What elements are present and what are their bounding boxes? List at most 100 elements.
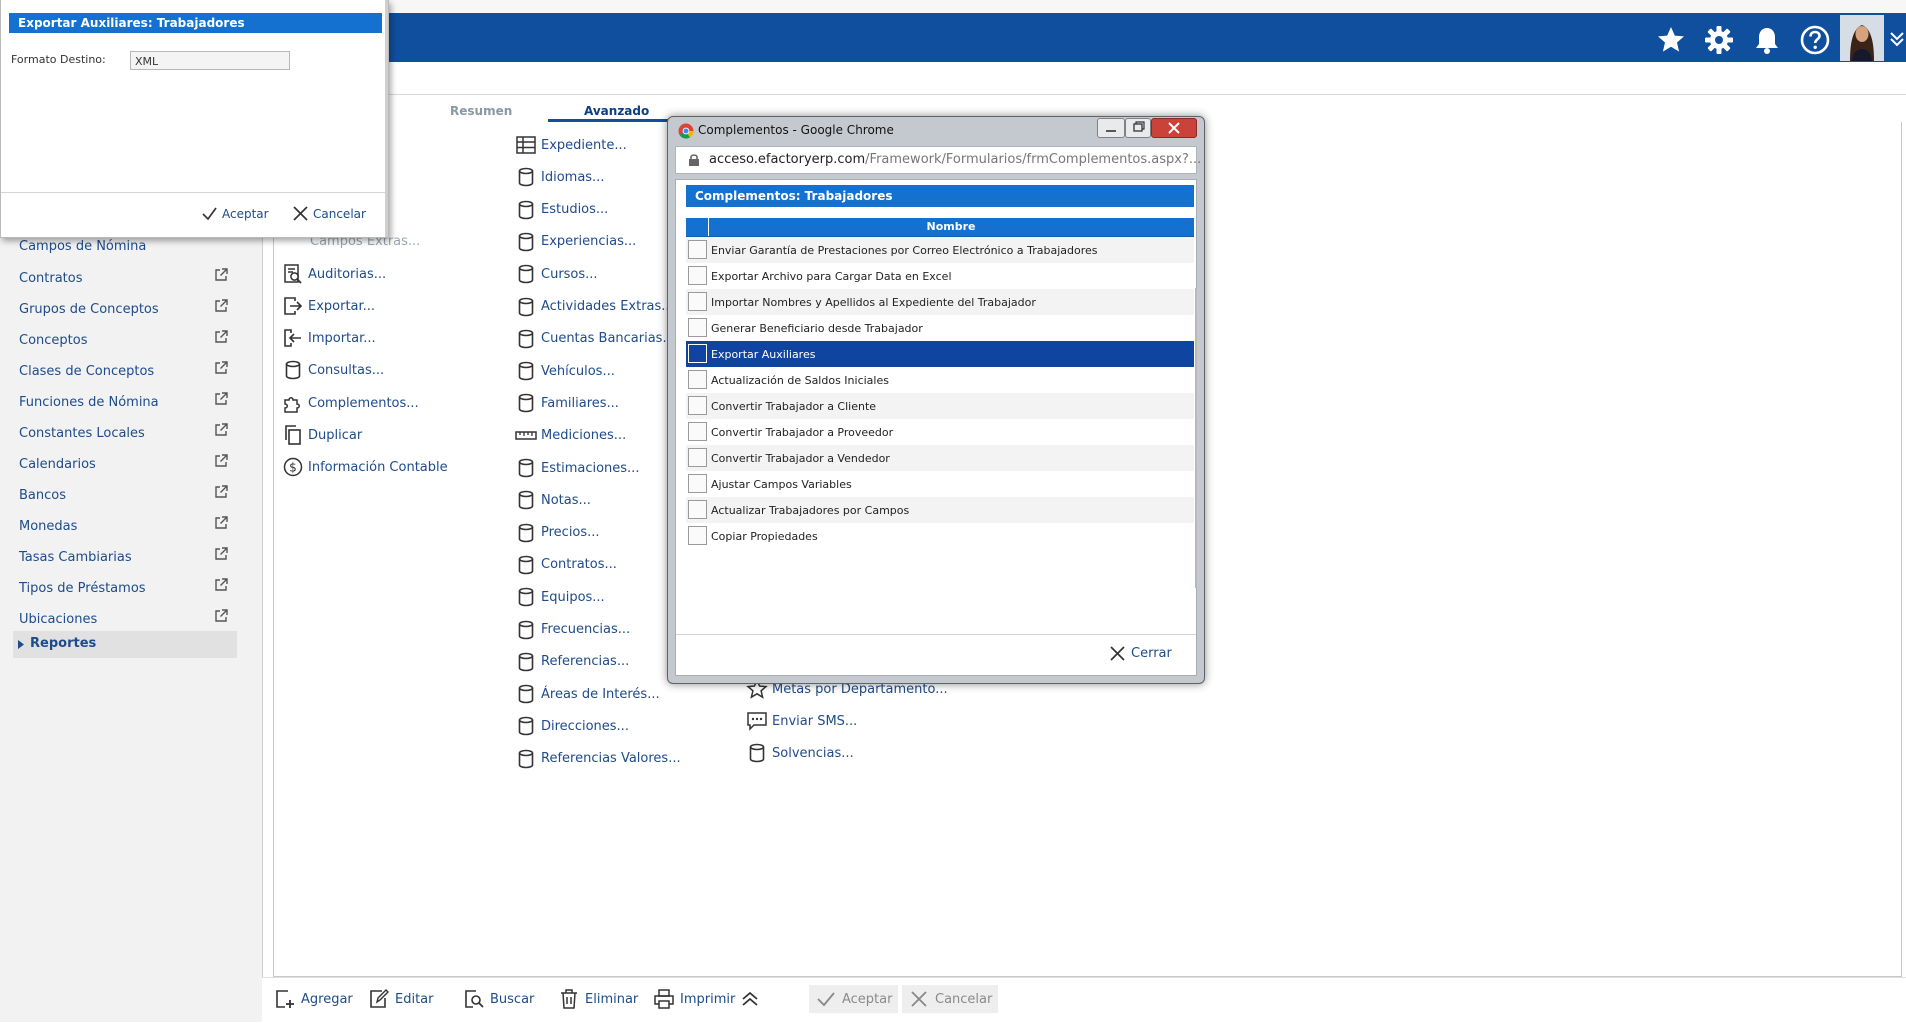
menu-exportar[interactable]: Exportar... [282, 293, 375, 319]
complemento-row[interactable]: Generar Beneficiario desde Trabajador [686, 315, 1194, 341]
row-checkbox[interactable] [688, 474, 707, 493]
complemento-row[interactable]: Convertir Trabajador a Cliente [686, 393, 1194, 419]
menu-col2-item[interactable]: Direcciones... [515, 713, 629, 739]
external-link-icon[interactable] [214, 608, 229, 623]
print-button[interactable]: Imprimir [653, 985, 735, 1013]
menu-duplicar[interactable]: Duplicar [282, 422, 362, 448]
menu-col2-item[interactable]: Notas... [515, 487, 591, 513]
menu-importar[interactable]: Importar... [282, 325, 376, 351]
menu-col2-item[interactable]: Mediciones... [515, 423, 626, 449]
menu-col2-item[interactable]: Cursos... [515, 261, 598, 287]
tab-avanzado[interactable]: Avanzado [584, 104, 649, 118]
delete-button[interactable]: Eliminar [558, 985, 638, 1013]
menu-col2-item[interactable]: Frecuencias... [515, 617, 630, 643]
search-button[interactable]: Buscar [463, 985, 534, 1013]
maximize-button[interactable] [1125, 118, 1151, 138]
external-link-icon[interactable] [214, 391, 229, 406]
external-link-icon[interactable] [214, 577, 229, 592]
menu-col2-item[interactable]: Precios... [515, 520, 600, 546]
sidebar-item-clases-conceptos[interactable]: Clases de Conceptos [19, 364, 154, 379]
row-checkbox[interactable] [688, 292, 707, 311]
menu-col2-item[interactable]: Familiares... [515, 390, 619, 416]
column-header-nombre[interactable]: Nombre [708, 218, 1194, 236]
sidebar-item-conceptos[interactable]: Conceptos [19, 333, 88, 348]
row-checkbox[interactable] [688, 266, 707, 285]
external-link-icon[interactable] [214, 515, 229, 530]
export-cancel-button[interactable]: Cancelar [292, 205, 366, 222]
menu-informacion-contable[interactable]: $ Información Contable [282, 454, 448, 480]
menu-col2-item[interactable]: Referencias... [515, 649, 629, 675]
sidebar-item-grupos-conceptos[interactable]: Grupos de Conceptos [19, 302, 159, 317]
header-chevron-down-icon[interactable] [1888, 28, 1906, 48]
row-checkbox[interactable] [688, 526, 707, 545]
add-button[interactable]: Agregar [274, 985, 353, 1013]
row-checkbox[interactable] [688, 344, 707, 363]
menu-enviar-sms[interactable]: Enviar SMS... [746, 708, 857, 734]
menu-col2-item[interactable]: Referencias Valores... [515, 746, 681, 772]
complemento-row[interactable]: Exportar Archivo para Cargar Data en Exc… [686, 263, 1194, 289]
complemento-row[interactable]: Enviar Garantía de Prestaciones por Corr… [686, 237, 1194, 263]
external-link-icon[interactable] [214, 546, 229, 561]
sidebar-item-monedas[interactable]: Monedas [19, 519, 77, 534]
sidebar-item-bancos[interactable]: Bancos [19, 488, 66, 503]
sidebar-item-tipos-prestamos[interactable]: Tipos de Préstamos [19, 581, 146, 596]
cerrar-button[interactable]: Cerrar [1109, 645, 1172, 662]
complemento-row[interactable]: Convertir Trabajador a Proveedor [686, 419, 1194, 445]
menu-auditorias[interactable]: Auditorias... [282, 261, 386, 287]
menu-solvencias[interactable]: Solvencias... [746, 740, 854, 766]
sidebar-item-campos-nomina[interactable]: Campos de Nómina [19, 239, 146, 254]
notifications-bell-icon[interactable] [1751, 24, 1783, 56]
menu-consultas[interactable]: Consultas... [282, 357, 384, 383]
row-checkbox[interactable] [688, 500, 707, 519]
menu-col2-item[interactable]: Cuentas Bancarias... [515, 326, 675, 352]
complemento-row[interactable]: Actualizar Trabajadores por Campos [686, 497, 1194, 523]
sidebar-item-ubicaciones[interactable]: Ubicaciones [19, 612, 97, 627]
sidebar-item-tasas-cambiarias[interactable]: Tasas Cambiarias [19, 550, 132, 565]
menu-col2-item[interactable]: Equipos... [515, 584, 605, 610]
row-checkbox[interactable] [688, 396, 707, 415]
menu-col2-item[interactable]: Idiomas... [515, 164, 604, 190]
complemento-row[interactable]: Actualización de Saldos Iniciales [686, 367, 1194, 393]
settings-gear-icon[interactable] [1703, 24, 1735, 56]
menu-col2-item[interactable]: Expediente... [515, 132, 627, 158]
row-checkbox[interactable] [688, 370, 707, 389]
export-panel-scrollbar[interactable] [385, 0, 388, 237]
external-link-icon[interactable] [214, 453, 229, 468]
favorites-star-icon[interactable] [1655, 24, 1687, 56]
sidebar-item-contratos[interactable]: Contratos [19, 271, 83, 286]
collapse-toolbar-button[interactable] [739, 985, 766, 1013]
sidebar-item-funciones-nomina[interactable]: Funciones de Nómina [19, 395, 159, 410]
external-link-icon[interactable] [214, 329, 229, 344]
menu-col2-item[interactable]: Áreas de Interés... [515, 681, 660, 707]
menu-col2-item[interactable]: Vehículos... [515, 358, 615, 384]
external-link-icon[interactable] [214, 298, 229, 313]
window-close-button[interactable] [1151, 118, 1197, 138]
sidebar-item-constantes-locales[interactable]: Constantes Locales [19, 426, 145, 441]
edit-button[interactable]: Editar [368, 985, 434, 1013]
complemento-row[interactable]: Convertir Trabajador a Vendedor [686, 445, 1194, 471]
sidebar-item-reportes[interactable]: Reportes [13, 631, 237, 658]
export-accept-button[interactable]: Aceptar [201, 205, 269, 222]
sidebar-item-calendarios[interactable]: Calendarios [19, 457, 96, 472]
help-question-icon[interactable] [1799, 24, 1831, 56]
menu-col2-item[interactable]: Contratos... [515, 552, 617, 578]
address-bar[interactable]: acceso.efactoryerp.com/Framework/Formula… [675, 146, 1201, 174]
menu-col2-item[interactable]: Actividades Extras... [515, 294, 674, 320]
row-checkbox[interactable] [688, 422, 707, 441]
external-link-icon[interactable] [214, 422, 229, 437]
user-avatar[interactable] [1840, 15, 1884, 61]
row-checkbox[interactable] [688, 448, 707, 467]
complemento-row[interactable]: Importar Nombres y Apellidos al Expedien… [686, 289, 1194, 315]
menu-col2-item[interactable]: Estudios... [515, 197, 608, 223]
menu-col2-item[interactable]: Experiencias... [515, 229, 636, 255]
external-link-icon[interactable] [214, 360, 229, 375]
complemento-row[interactable]: Exportar Auxiliares [686, 341, 1194, 367]
accept-button[interactable]: Aceptar [809, 985, 899, 1013]
format-destino-field[interactable]: XML [130, 51, 290, 70]
cancel-button[interactable]: Cancelar [902, 985, 999, 1013]
external-link-icon[interactable] [214, 484, 229, 499]
complementos-scrollbar[interactable] [1195, 288, 1197, 588]
row-checkbox[interactable] [688, 240, 707, 259]
row-checkbox[interactable] [688, 318, 707, 337]
tab-resumen[interactable]: Resumen [450, 104, 512, 118]
